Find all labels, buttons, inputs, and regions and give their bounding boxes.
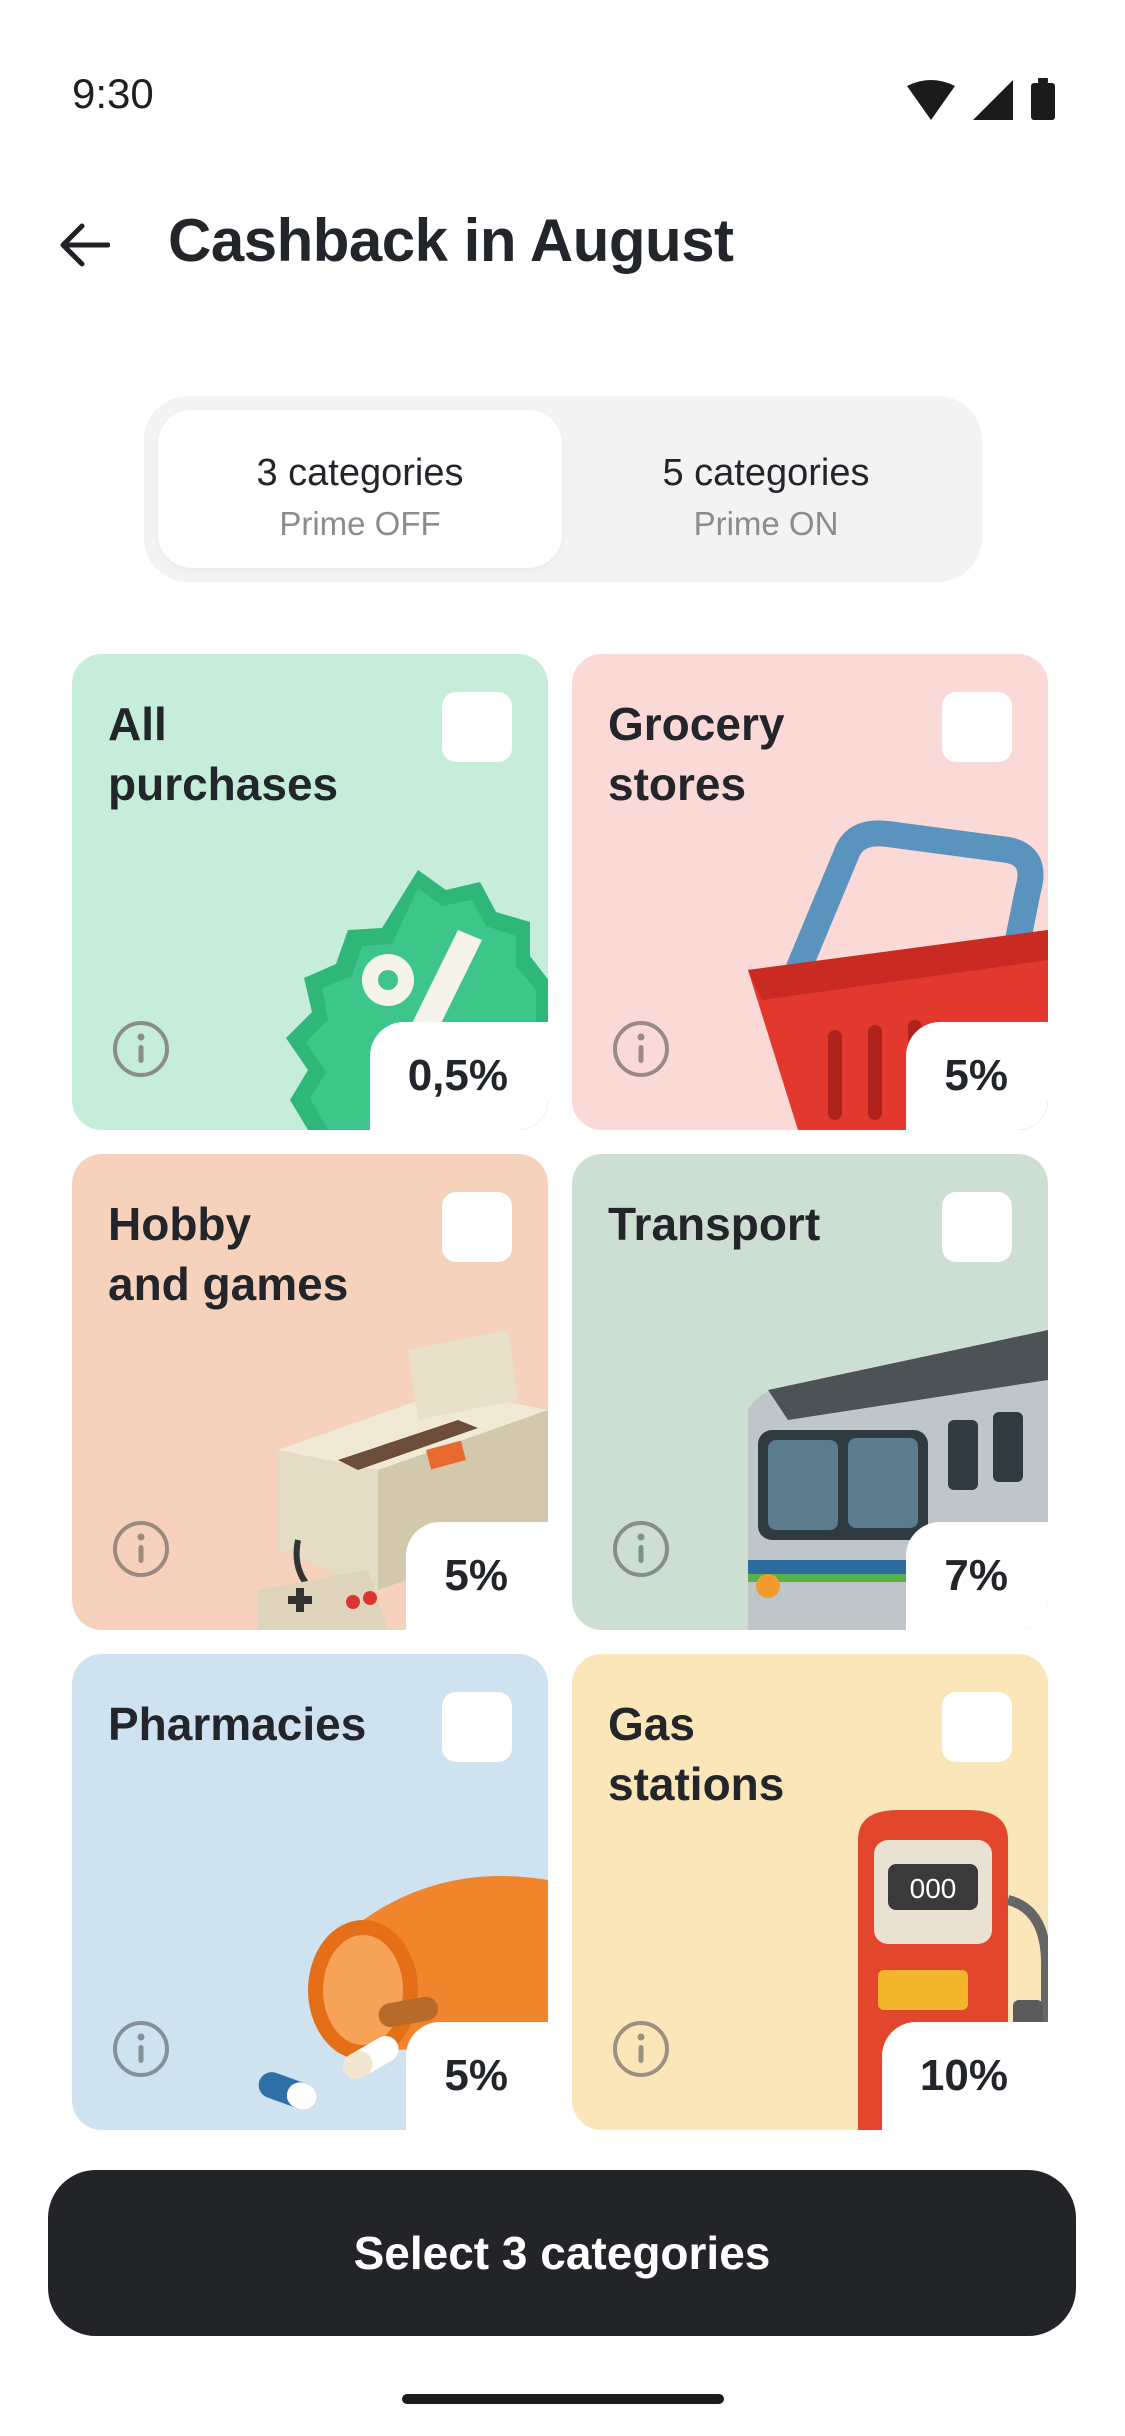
category-title: Pharmacies bbox=[108, 1698, 367, 1750]
back-button[interactable] bbox=[50, 210, 120, 280]
segment-option-title: 5 categories bbox=[662, 452, 870, 494]
svg-text:000: 000 bbox=[910, 1873, 957, 1904]
cashback-percent: 5% bbox=[406, 2022, 548, 2130]
cashback-percent: 7% bbox=[906, 1522, 1048, 1630]
info-icon[interactable] bbox=[612, 2020, 670, 2078]
category-card-grocery-stores[interactable]: Grocery stores 5% bbox=[572, 654, 1048, 1130]
status-bar: 9:30 bbox=[0, 0, 1125, 150]
category-checkbox[interactable] bbox=[442, 1192, 512, 1262]
cashback-percent: 5% bbox=[906, 1022, 1048, 1130]
category-card-pharmacies[interactable]: Pharmacies 5% bbox=[72, 1654, 548, 2130]
segment-option-subtitle: Prime OFF bbox=[279, 505, 441, 542]
info-icon[interactable] bbox=[112, 2020, 170, 2078]
segment-option-3-categories[interactable]: 3 categories Prime OFF bbox=[158, 410, 562, 568]
category-card-all-purchases[interactable]: All purchases 0,5% bbox=[72, 654, 548, 1130]
cellular-signal-icon bbox=[973, 80, 1013, 120]
segment-option-subtitle: Prime ON bbox=[693, 505, 839, 542]
wifi-icon bbox=[907, 80, 955, 120]
category-checkbox[interactable] bbox=[442, 692, 512, 762]
cashback-percent: 10% bbox=[881, 2022, 1048, 2130]
top-app-bar: Cashback in August bbox=[0, 190, 1125, 290]
info-icon[interactable] bbox=[112, 1520, 170, 1578]
status-time: 9:30 bbox=[72, 70, 154, 117]
category-checkbox[interactable] bbox=[942, 692, 1012, 762]
cashback-percent: 0,5% bbox=[369, 1022, 548, 1130]
cashback-percent: 5% bbox=[406, 1522, 548, 1630]
category-card-transport[interactable]: Transport 7% bbox=[572, 1154, 1048, 1630]
page-title: Cashback in August bbox=[168, 207, 734, 274]
category-title: Grocery stores bbox=[608, 698, 785, 810]
segment-option-5-categories[interactable]: 5 categories Prime ON bbox=[564, 410, 968, 568]
category-title: Hobby and games bbox=[108, 1198, 349, 1310]
info-icon[interactable] bbox=[112, 1020, 170, 1078]
segment-option-title: 3 categories bbox=[256, 452, 464, 494]
category-title: Gas stations bbox=[608, 1698, 785, 1810]
home-indicator[interactable] bbox=[402, 2394, 724, 2404]
category-title: Transport bbox=[608, 1198, 821, 1250]
category-title: All purchases bbox=[108, 698, 339, 810]
category-checkbox[interactable] bbox=[942, 1192, 1012, 1262]
category-card-hobby-and-games[interactable]: Hobby and games 5% bbox=[72, 1154, 548, 1630]
status-icons bbox=[907, 78, 1055, 120]
category-card-gas-stations[interactable]: Gas stations 000 10% bbox=[572, 1654, 1048, 2130]
category-checkbox[interactable] bbox=[442, 1692, 512, 1762]
info-icon[interactable] bbox=[612, 1520, 670, 1578]
category-checkbox[interactable] bbox=[942, 1692, 1012, 1762]
select-categories-button[interactable]: Select 3 categories bbox=[48, 2170, 1076, 2336]
arrow-left-icon bbox=[60, 223, 110, 267]
battery-icon bbox=[1031, 78, 1055, 120]
plan-segmented-control: 3 categories Prime OFF 5 categories Prim… bbox=[144, 396, 982, 582]
info-icon[interactable] bbox=[612, 1020, 670, 1078]
